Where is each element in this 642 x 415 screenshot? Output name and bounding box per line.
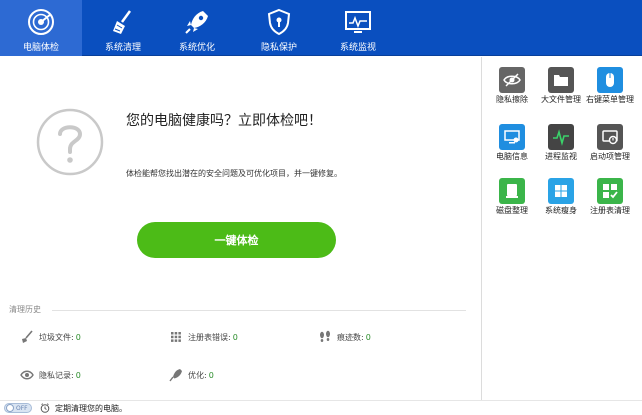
- tools-panel: 隐私擦除 大文件管理 右键菜单管理 电脑信息 进程监视 启动项管理 磁盘整理 系…: [481, 57, 642, 400]
- stat-label: 痕迹数:: [337, 332, 364, 342]
- tool-privacy-erase[interactable]: 隐私擦除: [487, 67, 537, 104]
- tool-label: 右键菜单管理: [586, 95, 634, 104]
- radar-icon: [26, 7, 56, 37]
- stat-registry-errors: 注册表错误: 0: [169, 330, 238, 344]
- pulse-icon: [548, 124, 574, 150]
- rocket-small-icon: [169, 368, 183, 382]
- pc-info-icon: [499, 124, 525, 150]
- stat-value: 0: [208, 370, 214, 380]
- tool-label: 磁盘整理: [496, 206, 528, 215]
- tool-disk-defrag[interactable]: 磁盘整理: [487, 178, 537, 215]
- stat-label: 垃圾文件:: [39, 332, 74, 342]
- main-panel: 您的电脑健康吗？立即体检吧！ 体检能帮您找出潜在的安全问题及可优化项目，并一键修…: [0, 57, 480, 400]
- nav-item-system-monitor[interactable]: 系统监视: [317, 0, 399, 56]
- tool-label: 隐私擦除: [496, 95, 528, 104]
- tool-label: 电脑信息: [496, 152, 528, 161]
- windows-icon: [548, 178, 574, 204]
- tool-label: 进程监视: [545, 152, 577, 161]
- stat-label: 优化:: [188, 370, 207, 380]
- auto-clean-text: 定期清理您的电脑。: [55, 403, 127, 413]
- rocket-icon: [182, 7, 212, 37]
- tool-context-menu-manager[interactable]: 右键菜单管理: [585, 67, 635, 104]
- monitor-icon: [343, 7, 373, 37]
- tool-large-file-manager[interactable]: 大文件管理: [536, 67, 586, 104]
- stat-value: 0: [232, 332, 238, 342]
- nav-item-system-clean[interactable]: 系统清理: [82, 0, 164, 56]
- page-description: 体检能帮您找出潜在的安全问题及可优化项目，并一键修复。: [126, 169, 342, 178]
- nav-item-label: 电脑体检: [22, 43, 59, 53]
- stat-traces: 痕迹数: 0: [318, 330, 371, 344]
- status-bar: OFF 定期清理您的电脑。: [0, 400, 642, 415]
- stat-junk-files: 垃圾文件: 0: [20, 330, 81, 344]
- stat-value: 0: [75, 332, 81, 342]
- broom-icon: [108, 7, 138, 37]
- tool-label: 注册表清理: [590, 206, 630, 215]
- mouse-icon: [597, 67, 623, 93]
- toggle-text: OFF: [16, 404, 28, 412]
- nav-item-system-optimize[interactable]: 系统优化: [156, 0, 238, 56]
- history-title: 清理历史: [9, 305, 41, 314]
- privacy-erase-icon: [499, 67, 525, 93]
- question-icon: [35, 107, 105, 177]
- top-nav: 电脑体检 系统清理 系统优化 隐私保护 系统监视: [0, 0, 642, 56]
- stat-privacy-records: 隐私记录: 0: [20, 368, 81, 382]
- nav-item-label: 隐私保护: [260, 43, 297, 53]
- folder-icon: [548, 67, 574, 93]
- stat-value: 0: [75, 370, 81, 380]
- tool-process-monitor[interactable]: 进程监视: [536, 124, 586, 161]
- one-click-check-button[interactable]: 一键体检: [137, 222, 336, 258]
- tool-label: 启动项管理: [590, 152, 630, 161]
- tool-startup-manager[interactable]: 启动项管理: [585, 124, 635, 161]
- stat-value: 0: [365, 332, 371, 342]
- eye-icon: [20, 368, 34, 382]
- nav-item-privacy[interactable]: 隐私保护: [238, 0, 320, 56]
- footprint-icon: [318, 330, 332, 344]
- stat-label: 隐私记录:: [39, 370, 74, 380]
- nav-item-label: 系统监视: [339, 43, 376, 53]
- history-divider: [52, 310, 466, 311]
- nav-item-label: 系统优化: [178, 43, 215, 53]
- shield-icon: [264, 7, 294, 37]
- nav-item-label: 系统清理: [104, 43, 141, 53]
- tool-registry-clean[interactable]: 注册表清理: [585, 178, 635, 215]
- page-title: 您的电脑健康吗？立即体检吧！: [126, 113, 322, 129]
- tool-label: 大文件管理: [541, 95, 581, 104]
- stat-optimizations: 优化: 0: [169, 368, 214, 382]
- registry-icon: [597, 178, 623, 204]
- stat-label: 注册表错误:: [188, 332, 231, 342]
- clock-icon: [40, 403, 50, 413]
- tool-pc-info[interactable]: 电脑信息: [487, 124, 537, 161]
- grid-icon: [169, 330, 183, 344]
- brush-icon: [20, 330, 34, 344]
- auto-clean-toggle[interactable]: OFF: [4, 403, 32, 413]
- nav-item-pc-check[interactable]: 电脑体检: [0, 0, 82, 56]
- toggle-knob: [6, 404, 14, 412]
- tool-system-slim[interactable]: 系统瘦身: [536, 178, 586, 215]
- startup-icon: [597, 124, 623, 150]
- tool-label: 系统瘦身: [545, 206, 577, 215]
- disk-icon: [499, 178, 525, 204]
